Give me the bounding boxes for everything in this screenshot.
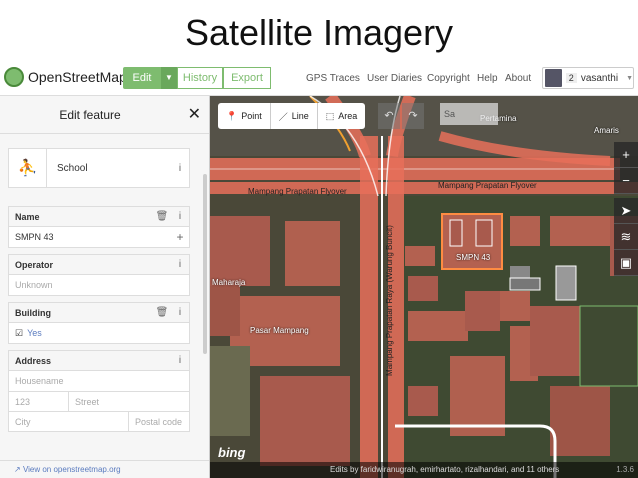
sidebar: Edit feature ✕ ⛹ School i Name 🗑 i SMPN 43… bbox=[0, 96, 210, 478]
building-checkbox[interactable]: ☑ Yes bbox=[9, 323, 189, 343]
feature-search[interactable]: Sa bbox=[440, 103, 498, 125]
zoom-in-icon[interactable]: + bbox=[614, 142, 638, 168]
operator-input[interactable]: Unknown bbox=[9, 275, 189, 295]
info-icon[interactable]: i bbox=[171, 355, 189, 366]
nav-user-diaries[interactable]: User Diaries bbox=[367, 73, 422, 84]
school-icon: ⛹ bbox=[9, 149, 47, 187]
slide-title: Satellite Imagery bbox=[184, 12, 454, 53]
building-field: Building 🗑 i ☑ Yes bbox=[8, 302, 190, 344]
view-on-osm-label: View on openstreetmap.org bbox=[22, 465, 121, 474]
building-label-maharaja: Maharaja bbox=[212, 278, 246, 287]
building-label-school: SMPN 43 bbox=[456, 253, 491, 262]
satellite-imagery bbox=[210, 96, 638, 478]
trash-icon[interactable]: 🗑 bbox=[153, 211, 171, 222]
info-icon[interactable]: i bbox=[171, 259, 189, 270]
address-field: Address i Housename 123 Street City Posta… bbox=[8, 350, 190, 432]
geolocate-icon[interactable]: ➤ bbox=[614, 198, 638, 224]
info-icon[interactable]: i bbox=[171, 211, 189, 222]
line-label: Line bbox=[291, 111, 309, 121]
attribution[interactable]: Edits by faridwiranugrah, emirhartato, r… bbox=[330, 465, 559, 474]
area-icon: ⬚ bbox=[325, 110, 335, 121]
field-label: Name bbox=[15, 211, 40, 222]
nav-help[interactable]: Help bbox=[477, 73, 498, 84]
building-label-pasar: Pasar Mampang bbox=[250, 326, 309, 335]
version-label: 1.3.6 bbox=[616, 465, 634, 474]
road-label-flyover-1: Mampang Prapatan Flyover bbox=[248, 187, 347, 196]
housename-input[interactable]: Housename bbox=[9, 371, 189, 391]
external-link-icon: ↗ bbox=[14, 465, 23, 474]
logo[interactable]: OpenStreetMap bbox=[4, 67, 127, 87]
nav-copyright[interactable]: Copyright bbox=[427, 73, 470, 84]
avatar bbox=[545, 69, 562, 87]
road-label-flyover-2: Mampang Prapatan Flyover bbox=[438, 181, 537, 190]
nav-about[interactable]: About bbox=[505, 73, 531, 84]
preset-selector[interactable]: ⛹ School i bbox=[8, 148, 190, 188]
zoom-out-icon[interactable]: − bbox=[614, 168, 638, 194]
operator-field: Operator i Unknown bbox=[8, 254, 190, 296]
bing-logo: bing bbox=[218, 445, 246, 460]
user-name: vasanthi bbox=[580, 72, 619, 84]
city-input[interactable]: City bbox=[9, 412, 129, 431]
add-line-button[interactable]: ／ Line bbox=[270, 103, 318, 129]
name-field: Name 🗑 i SMPN 43 + bbox=[8, 206, 190, 248]
road-label-raya: Mampang Prapatan Raya (Warung Buncit) bbox=[384, 225, 394, 376]
top-bar: OpenStreetMap Edit ▼ History Export GPS … bbox=[0, 62, 638, 96]
field-label: Address bbox=[15, 355, 52, 366]
edit-button[interactable]: Edit bbox=[123, 67, 161, 89]
info-icon[interactable]: i bbox=[171, 307, 189, 318]
osm-logo-icon bbox=[4, 67, 24, 87]
osm-editor: OpenStreetMap Edit ▼ History Export GPS … bbox=[0, 62, 638, 478]
view-on-osm-link[interactable]: ↗ View on openstreetmap.org bbox=[0, 460, 209, 478]
redo-icon[interactable]: ↷ bbox=[402, 103, 424, 129]
sidebar-title: Edit feature bbox=[59, 108, 121, 122]
street-input[interactable]: Street bbox=[69, 392, 189, 411]
field-label: Operator bbox=[15, 259, 54, 270]
history-button[interactable]: History bbox=[177, 67, 223, 89]
name-input[interactable]: SMPN 43 + bbox=[9, 227, 189, 247]
sidebar-scrollbar[interactable] bbox=[203, 174, 207, 354]
map-controls: + − ➤ ≋ ▣ bbox=[614, 142, 638, 276]
postcode-input[interactable]: Postal code bbox=[129, 412, 189, 431]
undo-redo: ↶ ↷ bbox=[378, 103, 424, 129]
map-canvas[interactable]: Mampang Prapatan Flyover Mampang Prapata… bbox=[210, 96, 638, 478]
user-menu[interactable]: 2 vasanthi ▼ bbox=[542, 67, 634, 89]
info-icon[interactable]: i bbox=[171, 163, 189, 174]
area-label: Area bbox=[338, 111, 358, 121]
message-count: 2 bbox=[565, 73, 577, 83]
housenumber-input[interactable]: 123 bbox=[9, 392, 69, 411]
point-icon: 📍 bbox=[226, 110, 238, 121]
add-point-button[interactable]: 📍 Point bbox=[218, 103, 271, 129]
preset-name: School bbox=[57, 162, 88, 174]
layers-icon[interactable]: ≋ bbox=[614, 224, 638, 250]
draw-toolbar: 📍 Point ／ Line ⬚ Area bbox=[218, 103, 366, 129]
poi-label-amaris: Amaris bbox=[594, 126, 619, 135]
map-footer: Edits by faridwiranugrah, emirhartato, r… bbox=[210, 462, 638, 478]
checkbox-icon: ☑ bbox=[15, 327, 24, 338]
chevron-down-icon: ▼ bbox=[626, 74, 633, 82]
name-value: SMPN 43 bbox=[15, 232, 54, 242]
trash-icon[interactable]: 🗑 bbox=[153, 307, 171, 318]
undo-icon[interactable]: ↶ bbox=[378, 103, 400, 129]
plus-icon[interactable]: + bbox=[171, 230, 189, 244]
line-icon: ／ bbox=[278, 111, 288, 122]
nav-gps-traces[interactable]: GPS Traces bbox=[306, 73, 360, 84]
close-icon[interactable]: ✕ bbox=[188, 104, 201, 124]
export-button[interactable]: Export bbox=[223, 67, 271, 89]
field-label: Building bbox=[15, 307, 51, 318]
edit-dropdown-caret-icon[interactable]: ▼ bbox=[161, 67, 177, 89]
sidebar-header: Edit feature ✕ bbox=[0, 96, 209, 134]
logo-text: OpenStreetMap bbox=[28, 69, 127, 85]
point-label: Point bbox=[241, 111, 262, 121]
building-value: Yes bbox=[27, 328, 42, 338]
map-data-icon[interactable]: ▣ bbox=[614, 250, 638, 276]
add-area-button[interactable]: ⬚ Area bbox=[317, 103, 366, 129]
